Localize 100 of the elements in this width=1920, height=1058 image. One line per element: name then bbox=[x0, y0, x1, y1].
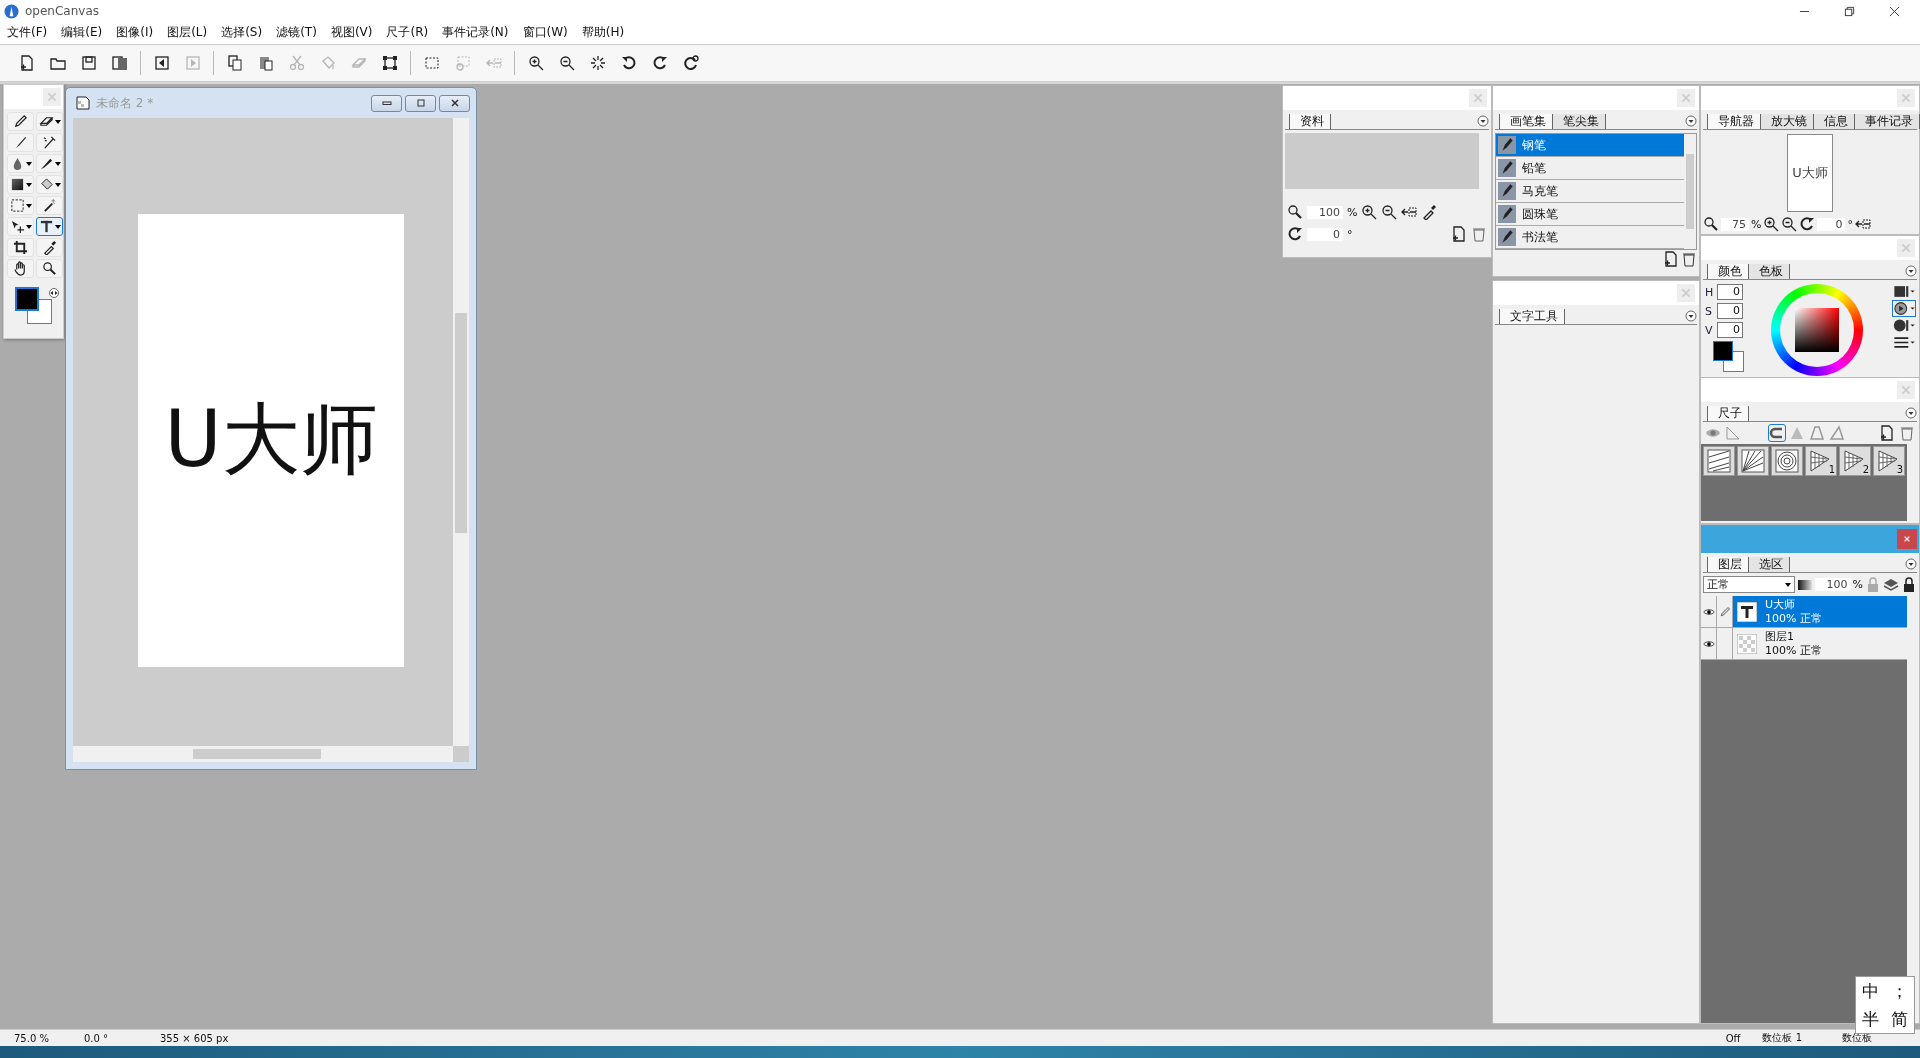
list-mode-icon[interactable] bbox=[1893, 335, 1915, 350]
close-icon[interactable] bbox=[1889, 5, 1900, 17]
text-tool-button[interactable] bbox=[36, 217, 63, 236]
menu-item[interactable]: 编辑(E) bbox=[61, 23, 103, 41]
zoom-field[interactable]: 100 bbox=[1307, 205, 1343, 219]
perspective-ruler-preset[interactable]: 3 bbox=[1873, 446, 1905, 476]
ime-toggle[interactable]: 中 bbox=[1856, 977, 1885, 1005]
panel-tab[interactable]: 笔尖集 bbox=[1552, 114, 1606, 129]
blend-mode-dropdown[interactable]: 正常 bbox=[1703, 576, 1795, 593]
menu-item[interactable]: 选择(S) bbox=[221, 23, 263, 41]
dropdown-icon[interactable] bbox=[1685, 310, 1697, 322]
eraser-tool-button[interactable] bbox=[36, 112, 63, 131]
move-tool-button[interactable] bbox=[7, 217, 34, 236]
menu-item[interactable]: 事件记录(N) bbox=[442, 23, 509, 41]
canvas[interactable]: U大师 bbox=[138, 214, 404, 667]
horizontal-scrollbar[interactable] bbox=[73, 746, 453, 762]
brush-item[interactable]: 圆珠笔 bbox=[1496, 203, 1684, 226]
channel-field[interactable]: 0 bbox=[1717, 284, 1743, 300]
menu-item[interactable]: 帮助(H) bbox=[581, 23, 625, 41]
opacity-field[interactable]: 100 bbox=[1814, 578, 1851, 591]
menu-item[interactable]: 尺子(R) bbox=[386, 23, 429, 41]
angle-field[interactable]: 0 bbox=[1307, 227, 1343, 241]
panel-tab[interactable]: 资料 bbox=[1289, 114, 1331, 129]
zoom-tool-button[interactable] bbox=[36, 259, 63, 278]
vertical-scrollbar[interactable] bbox=[1907, 444, 1919, 521]
navigator-preview[interactable]: U大师 bbox=[1787, 134, 1833, 212]
menu-item[interactable]: 窗口(W) bbox=[522, 23, 568, 41]
menu-item[interactable]: 图像(I) bbox=[116, 23, 154, 41]
wheel-mode-icon[interactable] bbox=[1893, 301, 1915, 316]
hand-tool-button[interactable] bbox=[7, 259, 34, 278]
close-button[interactable] bbox=[439, 94, 470, 112]
brush-tool-button[interactable] bbox=[7, 133, 34, 152]
eyedropper-icon[interactable] bbox=[1421, 204, 1438, 220]
bar-mode-icon[interactable] bbox=[1893, 284, 1915, 299]
wand-tool-button[interactable] bbox=[36, 196, 63, 215]
brush-item[interactable]: 钢笔 bbox=[1496, 134, 1684, 157]
dropdown-icon[interactable] bbox=[1477, 115, 1489, 127]
minimize-button[interactable] bbox=[371, 94, 402, 112]
trash-icon[interactable] bbox=[1471, 226, 1487, 242]
menu-item[interactable]: 滤镜(T) bbox=[276, 23, 317, 41]
layer-item[interactable]: U大师 100% 正常 bbox=[1733, 596, 1907, 627]
panel-tab[interactable]: 导航器 bbox=[1707, 114, 1761, 129]
brush-item[interactable]: 铅笔 bbox=[1496, 157, 1684, 180]
panel-tab[interactable]: 放大镜 bbox=[1760, 114, 1814, 129]
ime-toggle[interactable]: 半 bbox=[1856, 1005, 1885, 1033]
vertical-scrollbar[interactable] bbox=[1684, 134, 1696, 249]
marquee-tool-button[interactable] bbox=[7, 196, 34, 215]
airbrush-tool-button[interactable] bbox=[36, 133, 63, 152]
concentric-ruler-preset[interactable] bbox=[1771, 446, 1803, 476]
trash-icon[interactable] bbox=[1681, 251, 1697, 267]
magnet-icon[interactable] bbox=[1769, 425, 1785, 441]
panel-tab[interactable]: 尺子 bbox=[1707, 406, 1749, 421]
color-swatches[interactable] bbox=[15, 287, 53, 325]
panel-tab[interactable]: 图层 bbox=[1707, 557, 1749, 572]
menu-item[interactable]: 文件(F) bbox=[7, 23, 48, 41]
panel-tab[interactable]: 选区 bbox=[1748, 557, 1790, 572]
lock-icon[interactable] bbox=[1901, 576, 1917, 593]
brush-item[interactable]: 马克笔 bbox=[1496, 180, 1684, 203]
menu-item[interactable]: 视图(V) bbox=[330, 23, 373, 41]
panel-tab[interactable]: 颜色 bbox=[1707, 264, 1749, 279]
panel-tab[interactable]: 色板 bbox=[1748, 264, 1790, 279]
swap-icon[interactable] bbox=[49, 288, 59, 298]
angle-field[interactable]: 0 bbox=[1817, 217, 1846, 231]
perspective-ruler-preset[interactable]: 2 bbox=[1839, 446, 1871, 476]
drop-tool-button[interactable] bbox=[7, 154, 34, 173]
perspective-ruler-preset[interactable]: 1 bbox=[1805, 446, 1837, 476]
new-page-icon[interactable] bbox=[1879, 425, 1895, 441]
eyedropper-tool-button[interactable] bbox=[36, 238, 63, 257]
dropdown-icon[interactable] bbox=[1905, 558, 1917, 570]
brush-item[interactable]: 书法笔 bbox=[1496, 226, 1684, 249]
gradient-tool-button[interactable] bbox=[7, 175, 34, 194]
dropdown-icon[interactable] bbox=[1905, 265, 1917, 277]
panel-tab[interactable]: 画笔集 bbox=[1499, 114, 1553, 129]
color-swatches[interactable] bbox=[1713, 341, 1745, 373]
ime-toggle[interactable]: ； bbox=[1885, 977, 1914, 1005]
new-page-icon[interactable] bbox=[1663, 251, 1679, 267]
rotate-icon[interactable] bbox=[1799, 216, 1816, 232]
new-page-icon[interactable] bbox=[1451, 226, 1467, 242]
channel-field[interactable]: 0 bbox=[1717, 322, 1743, 338]
marker-tool-button[interactable] bbox=[36, 154, 63, 173]
vertical-scrollbar[interactable] bbox=[453, 118, 469, 746]
zoom-out-icon[interactable] bbox=[1381, 204, 1398, 220]
zoom-in-icon[interactable] bbox=[1763, 216, 1780, 232]
flip-icon[interactable] bbox=[1854, 216, 1871, 232]
zoom-in-icon[interactable] bbox=[1361, 204, 1378, 220]
dropdown-icon[interactable] bbox=[1685, 115, 1697, 127]
circle-mode-icon[interactable] bbox=[1893, 318, 1915, 333]
zoom-out-icon[interactable] bbox=[1781, 216, 1798, 232]
bucket-tool-button[interactable] bbox=[36, 175, 63, 194]
panel-tab[interactable]: 信息 bbox=[1813, 114, 1855, 129]
pencil-tool-button[interactable] bbox=[7, 112, 34, 131]
flip-icon[interactable] bbox=[1401, 204, 1418, 220]
channel-field[interactable]: 0 bbox=[1717, 303, 1743, 319]
layers-icon[interactable] bbox=[1883, 576, 1899, 593]
zoom-field[interactable]: 75 bbox=[1721, 217, 1749, 231]
parallel-ruler-preset[interactable] bbox=[1703, 446, 1735, 476]
restore-icon[interactable] bbox=[1844, 5, 1855, 17]
panel-tab[interactable]: 文字工具 bbox=[1499, 309, 1565, 324]
menu-item[interactable]: 图层(L) bbox=[167, 23, 208, 41]
panel-tab[interactable]: 事件记录 bbox=[1854, 114, 1920, 129]
